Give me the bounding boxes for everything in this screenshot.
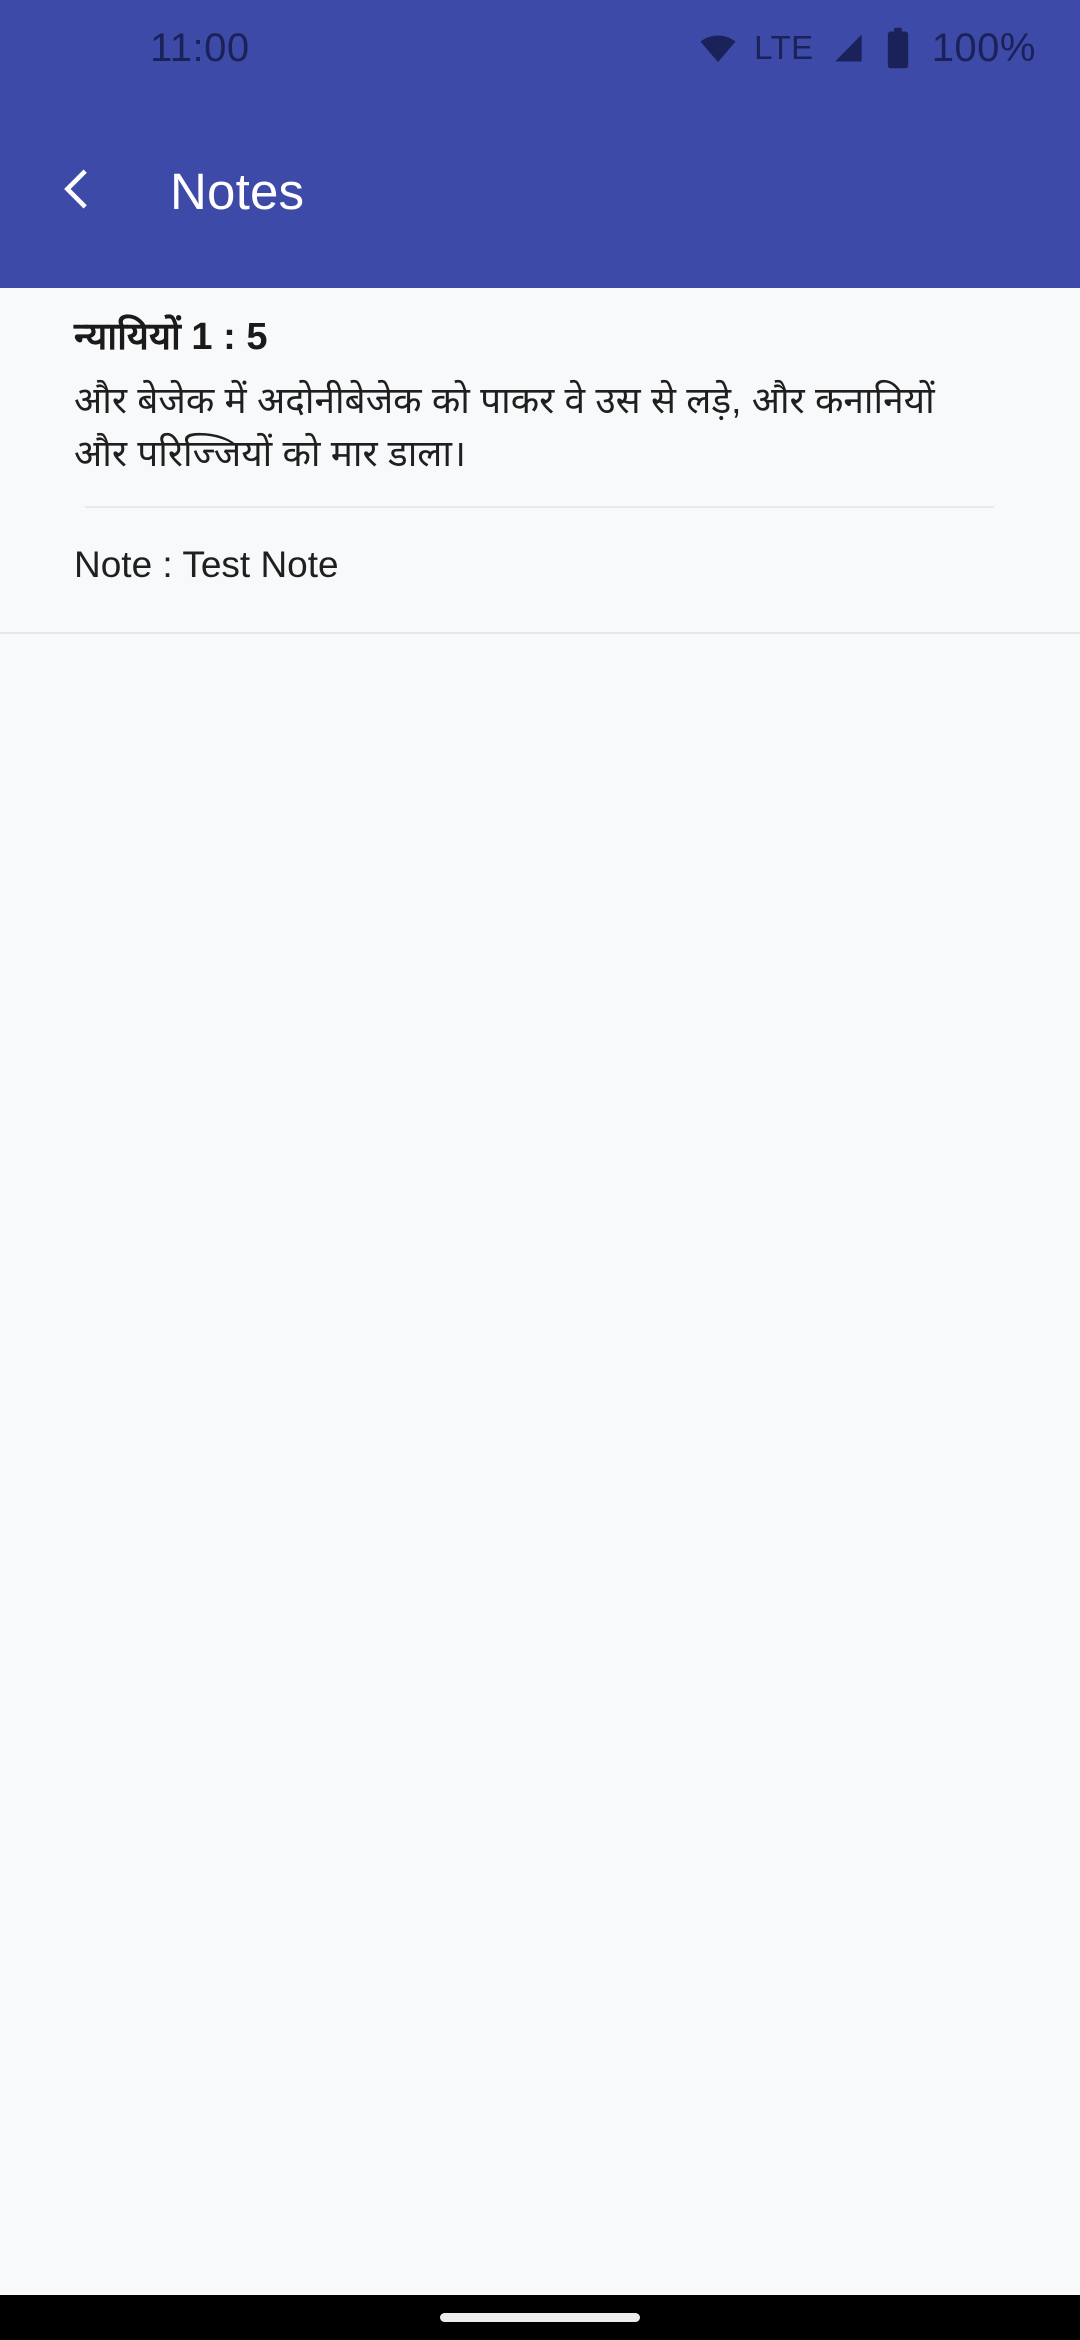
battery-percent-label: 100% <box>931 25 1036 70</box>
status-icons: LTE 100% <box>698 27 1036 69</box>
status-clock: 11:00 <box>150 25 250 70</box>
status-bar: 11:00 LTE 100% <box>0 0 1080 95</box>
home-indicator[interactable] <box>440 2313 640 2322</box>
note-verse-text: और बेजेक में अदोनीबेजेक को पाकर वे उस से… <box>74 380 935 474</box>
phone-screen: 11:00 LTE 100% Notes न्यायियों 1: 5 और … <box>0 0 1080 2340</box>
chevron-left-icon <box>50 163 102 220</box>
wifi-icon <box>698 28 738 68</box>
app-bar: Notes <box>0 95 1080 288</box>
network-type-label: LTE <box>754 29 814 66</box>
signal-icon <box>830 29 868 67</box>
note-body-text: Note : Test Note <box>74 544 339 586</box>
back-button[interactable] <box>34 150 118 234</box>
page-title: Notes <box>170 163 305 220</box>
note-item[interactable]: न्यायियों 1 : 5 और बेजेक में अदोनीबेजेक … <box>0 288 1080 635</box>
battery-icon <box>884 27 912 69</box>
system-navigation-bar <box>0 2295 1080 2340</box>
note-verse-reference: न्यायियों 1 : 5 <box>74 316 268 358</box>
notes-list: न्यायियों 1 : 5 और बेजेक में अदोनीबेजेक … <box>0 288 1080 2295</box>
